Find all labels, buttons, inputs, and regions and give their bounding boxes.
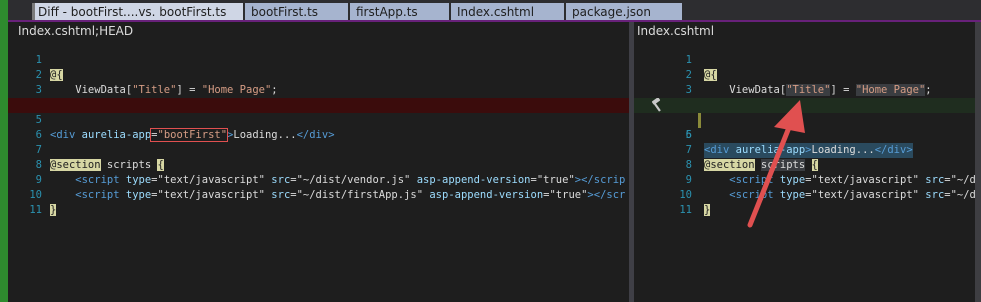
line-number: 11 [679,204,692,216]
tab-diff[interactable]: Diff - bootFirst....vs. bootFirst.ts [32,3,244,21]
code-line: 7 @section scripts { [8,128,629,171]
code-line: 2 ViewData["Title"] = "Home Page"; [8,53,629,96]
code-line: 6 [8,113,629,141]
tab-firstapp[interactable]: firstApp.ts [350,3,450,21]
tab-label: bootFirst.ts [251,5,319,19]
code-line: 3 } [8,68,629,111]
code-line: 10 } [634,173,975,216]
code-line: 11 [634,188,975,216]
document-tab-bar: Diff - bootFirst....vs. bootFirst.ts boo… [8,0,981,22]
code-line: 11 [8,188,629,216]
left-diff-pane[interactable]: Index.cshtml;HEAD 1 @{ 2 ViewData["Title… [8,22,629,302]
code-line: 3 } [634,68,975,111]
vertical-scrollbar[interactable] [975,22,981,302]
tab-label: firstApp.ts [356,5,418,19]
left-status-strip [0,0,8,302]
right-pane-title: Index.cshtml [637,24,715,38]
code-line: 4 [8,83,629,111]
code-line: 10 } [8,173,629,216]
code-line: 1 @{ [8,38,629,81]
line-number: 11 [29,204,42,216]
tab-label: Diff - bootFirst....vs. bootFirst.ts [38,5,227,19]
tab-package-json[interactable]: package.json [566,3,683,21]
left-code-editor[interactable]: 1 @{ 2 ViewData["Title"] = "Home Page"; … [8,38,629,302]
code-line: 1 @{ [634,38,975,81]
code-line: 2 ViewData["Title"] = "Home Page"; [634,53,975,96]
code-line-deleted: 5 <div aurelia-app="bootFirst">Loading..… [8,98,629,142]
code-line: 8 <script type="text/javascript" src="~/… [634,143,975,186]
right-code-editor[interactable]: 1 @{ 2 ViewData["Title"] = "Home Page"; … [634,38,975,302]
tab-bootfirst[interactable]: bootFirst.ts [245,3,349,21]
code-line: 6 [634,113,975,141]
tab-marker [32,3,35,21]
tab-label: package.json [572,5,652,19]
tab-index-cshtml[interactable]: Index.cshtml [451,3,565,21]
code-line: 9 <script type="text/javascript" src="~/… [634,158,975,201]
code-line: 8 <script type="text/javascript" src="~/… [8,143,629,186]
tab-label: Index.cshtml [457,5,535,19]
line-text: } [704,204,711,216]
line-text: } [50,204,57,216]
code-line: 7 @section scripts { [634,128,975,171]
left-pane-title: Index.cshtml;HEAD [18,24,134,38]
right-diff-pane[interactable]: Index.cshtml 1 @{ 2 ViewData["Title"] = … [634,22,975,302]
code-line: 4 [634,83,975,111]
hammer-icon[interactable] [650,98,664,112]
code-line-added: 5 <div aurelia-app>Loading...</div> [634,98,975,158]
code-line: 9 <script type="text/javascript" src="~/… [8,158,629,201]
